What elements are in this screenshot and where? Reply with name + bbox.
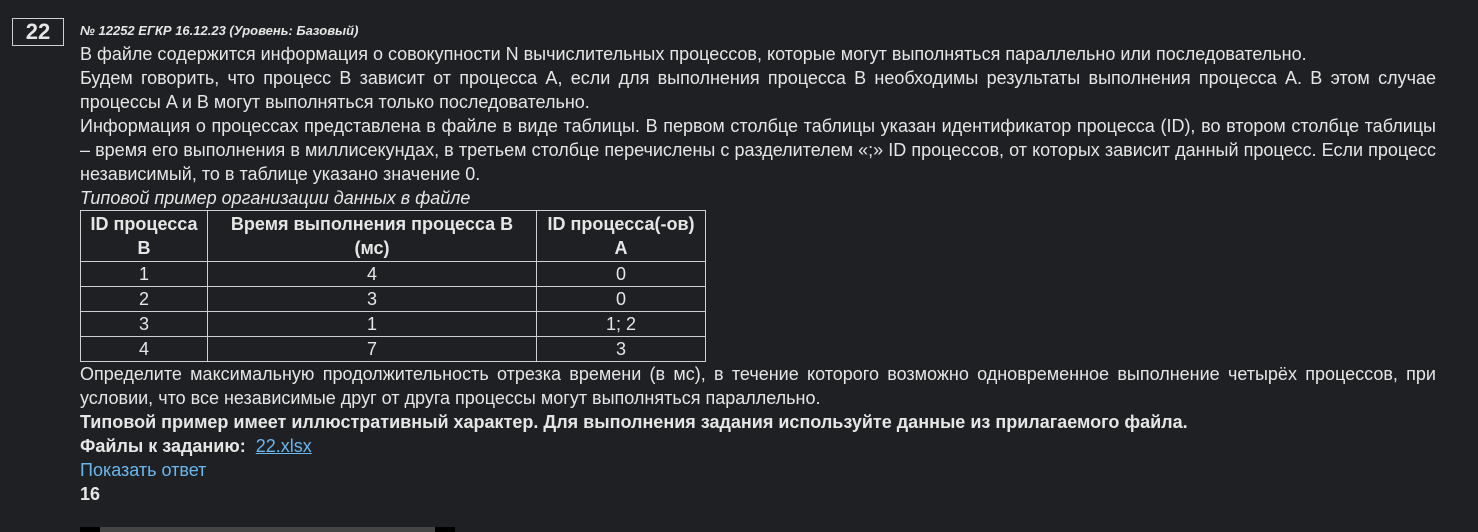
column-header: ID процесса(-ов) A xyxy=(536,210,706,262)
paragraph: Информация о процессах представлена в фа… xyxy=(80,116,1436,184)
question-text: Определите максимальную продолжительност… xyxy=(80,364,1436,408)
example-table: ID процесса B Время выполнения процесса … xyxy=(80,210,706,362)
task-content: № 12252 ЕГКР 16.12.23 (Уровень: Базовый)… xyxy=(80,20,1436,506)
example-caption: Типовой пример организации данных в файл… xyxy=(80,188,471,208)
cell: 1; 2 xyxy=(536,311,706,337)
cell: 4 xyxy=(207,261,537,287)
cell: 3 xyxy=(80,311,208,337)
task-header: № 12252 ЕГКР 16.12.23 (Уровень: Базовый) xyxy=(80,23,359,38)
table-row: 3 1 1; 2 xyxy=(80,311,706,337)
note-text: Типовой пример имеет иллюстративный хара… xyxy=(80,412,1188,432)
cell: 0 xyxy=(536,261,706,287)
paragraph: В файле содержится информация о совокупн… xyxy=(80,44,1307,64)
cell: 3 xyxy=(536,336,706,362)
cell: 4 xyxy=(80,336,208,362)
cell: 1 xyxy=(80,261,208,287)
column-header: Время выполнения процесса B (мс) xyxy=(207,210,537,262)
answer-text: 16 xyxy=(80,484,101,504)
cell: 2 xyxy=(80,286,208,312)
table-header-row: ID процесса B Время выполнения процесса … xyxy=(80,210,706,262)
scrollbar[interactable] xyxy=(80,527,455,532)
column-header: ID процесса B xyxy=(80,210,208,262)
task-number: 22 xyxy=(12,18,64,46)
cell: 0 xyxy=(536,286,706,312)
table-row: 230 xyxy=(80,286,706,312)
scrollbar-thumb[interactable] xyxy=(100,527,435,532)
table-row: 473 xyxy=(80,336,706,362)
paragraph: Будем говорить, что процесс B зависит от… xyxy=(80,68,1436,112)
table-row: 140 xyxy=(80,261,706,287)
cell: 1 xyxy=(207,311,537,337)
cell: 3 xyxy=(207,286,537,312)
files-label: Файлы к заданию: xyxy=(80,436,246,456)
file-link[interactable]: 22.xlsx xyxy=(256,436,312,456)
show-answer-link[interactable]: Показать ответ xyxy=(80,458,1436,482)
cell: 7 xyxy=(207,336,537,362)
